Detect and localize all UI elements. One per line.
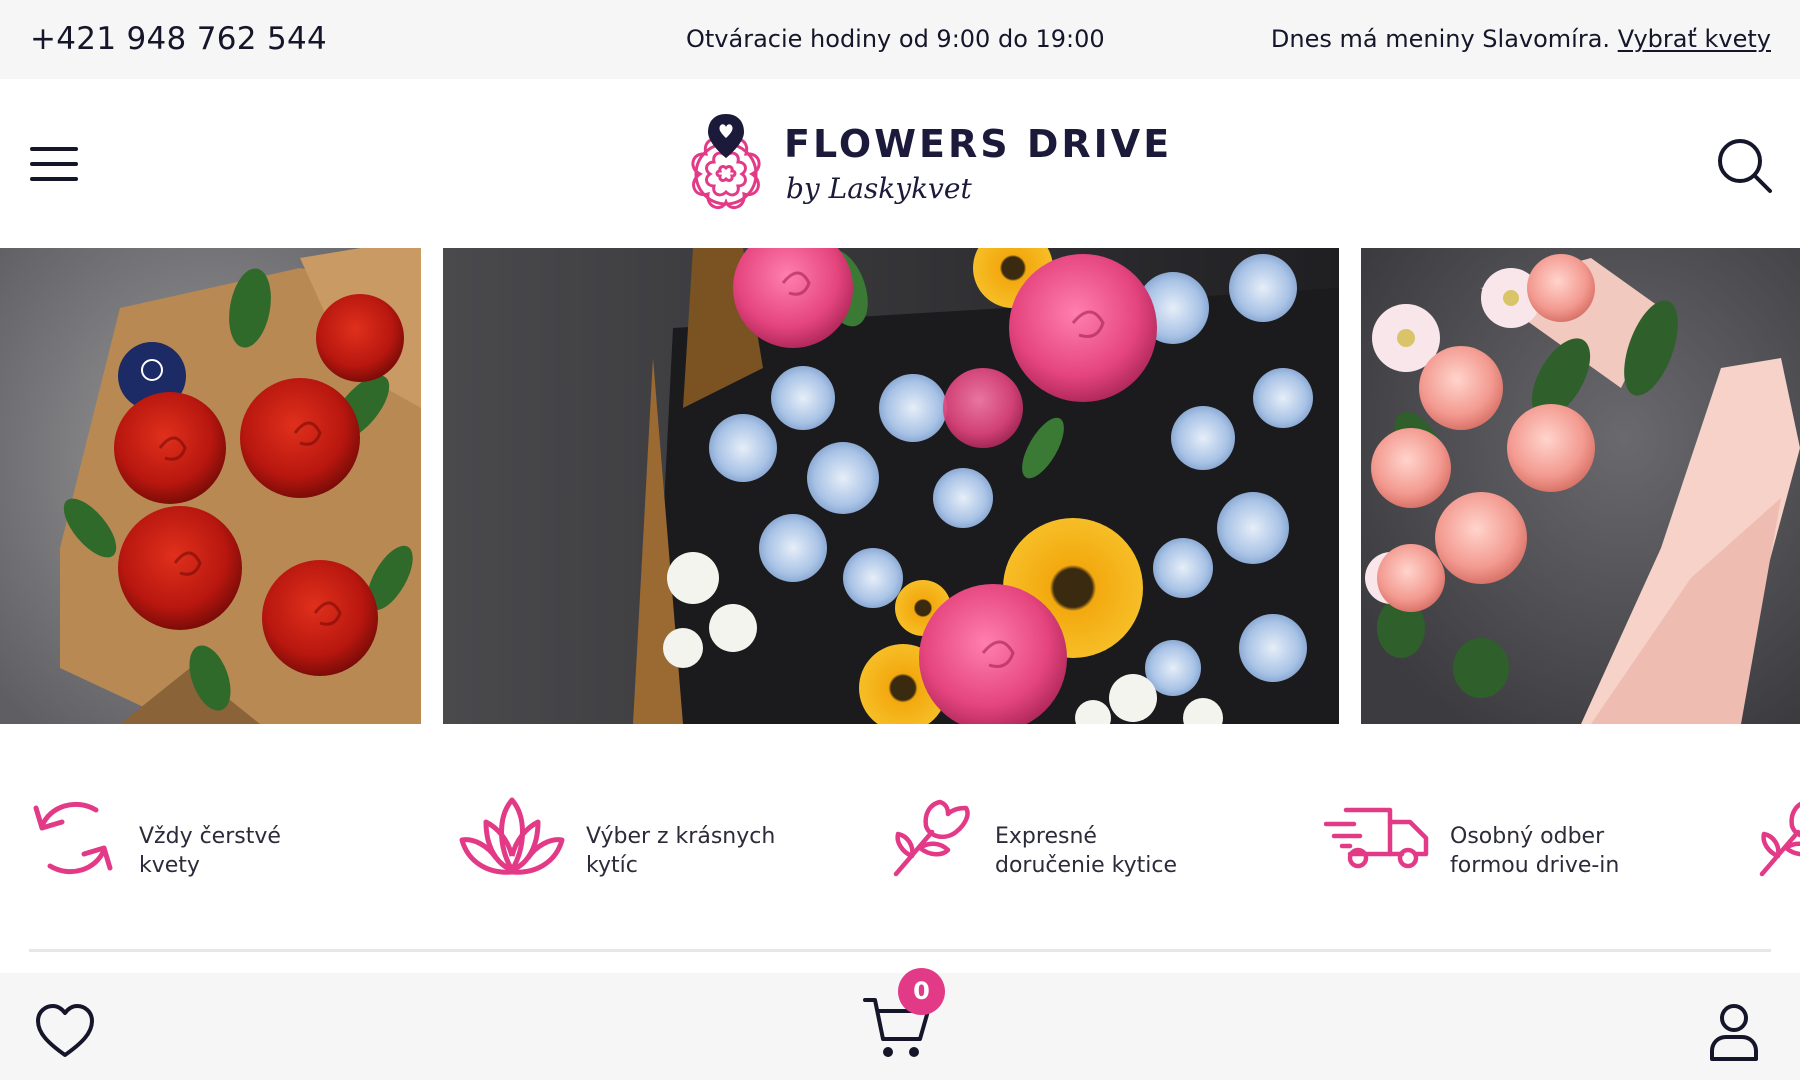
nameday-notice: Dnes má meniny Slavomíra. Vybrať kvety <box>1271 25 1771 53</box>
logo-title: FLOWERS DRIVE <box>784 122 1173 166</box>
rose-icon <box>893 799 970 877</box>
slide-red-roses[interactable] <box>0 248 421 724</box>
opening-hours: Otváracie hodiny od 9:00 do 19:00 <box>686 25 1105 53</box>
feature-text: Výber z krásnych kytíc <box>586 824 776 878</box>
refresh-icon <box>33 801 113 875</box>
bottom-nav-bar: 0 <box>0 968 1800 1080</box>
logo-flower-icon <box>691 114 761 210</box>
choose-flowers-link[interactable]: Vybrať kvety <box>1618 25 1771 53</box>
feature-text: Vždy čerstvé kvety <box>139 824 281 878</box>
heart-icon[interactable] <box>34 1003 96 1059</box>
features-strip: Vždy čerstvé kvety Výber z krásnych kytíc … <box>0 724 1800 950</box>
site-logo[interactable]: FLOWERS DRIVE by Laskykvet <box>680 112 1169 216</box>
delivery-truck-icon <box>1324 807 1429 869</box>
slide-image <box>443 248 1339 724</box>
slide-image <box>1361 248 1800 724</box>
hamburger-icon[interactable] <box>30 145 78 183</box>
phone-link[interactable]: +421 948 762 544 <box>30 21 327 57</box>
slide-image <box>0 248 421 724</box>
search-icon[interactable] <box>1716 137 1774 195</box>
slide-mixed-bouquet[interactable] <box>443 248 1339 724</box>
feature-text: Expresné doručenie kytice <box>995 824 1177 878</box>
rose-icon <box>1759 801 1800 877</box>
cart-count-badge[interactable]: 0 <box>898 968 945 1015</box>
site-header: FLOWERS DRIVE by Laskykvet <box>0 79 1800 248</box>
logo-subtitle: by Laskykvet <box>786 172 972 205</box>
user-icon[interactable] <box>1708 1003 1760 1063</box>
feature-text: Osobný odber formou drive-in <box>1450 824 1620 878</box>
slide-pink-carnations[interactable] <box>1361 248 1800 724</box>
lotus-icon <box>459 797 565 875</box>
hero-slider <box>0 248 1800 724</box>
top-info-bar: +421 948 762 544 Otváracie hodiny od 9:0… <box>0 0 1800 79</box>
nameday-text: Dnes má meniny Slavomíra. <box>1270 25 1611 53</box>
section-divider <box>29 949 1771 952</box>
